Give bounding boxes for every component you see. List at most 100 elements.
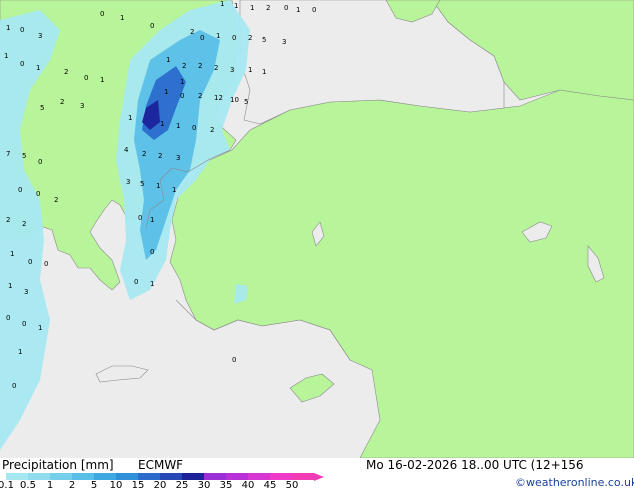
scale-swatch [138, 473, 160, 480]
scale-tick-label: 25 [175, 480, 189, 491]
precip-value-label: 0 [200, 34, 204, 42]
precip-value-label: 1 [262, 68, 266, 76]
precip-value-label: 5 [262, 36, 266, 44]
precip-value-label: 2 [198, 92, 202, 100]
precip-value-label: 1 [160, 120, 164, 128]
precip-value-label: 5 [40, 104, 44, 112]
scale-swatch [248, 473, 270, 480]
scale-swatch [226, 473, 248, 480]
precip-value-label: 1 [180, 78, 184, 86]
precip-value-label: 0 [138, 214, 142, 222]
forecast-datetime: Mo 16-02-2026 18..00 UTC (12+156 [366, 458, 584, 472]
precip-value-label: 1 [216, 32, 220, 40]
precip-value-label: 0 [36, 190, 40, 198]
precip-value-label: 1 [150, 216, 154, 224]
precip-value-label: 4 [124, 146, 129, 154]
scale-swatch [292, 473, 314, 480]
scale-tick-label: 0.5 [20, 480, 36, 491]
precip-value-label: 0 [134, 278, 138, 286]
precip-value-label: 0 [232, 34, 236, 42]
precip-value-label: 1 [166, 56, 170, 64]
scale-tick-label: 0.1 [0, 480, 14, 491]
precip-value-label: 2 [198, 62, 202, 70]
precip-value-label: 1 [220, 0, 224, 8]
model-name: ECMWF [138, 458, 184, 472]
precip-value-label: 2 [64, 68, 68, 76]
precip-value-label: 2 [158, 152, 162, 160]
footer-bar: Precipitation [mm] ECMWF Mo 16-02-2026 1… [0, 458, 634, 491]
scale-swatch [72, 473, 94, 480]
precip-value-label: 1 [100, 76, 104, 84]
precip-value-label: 0 [20, 26, 24, 34]
precip-value-label: 0 [84, 74, 88, 82]
scale-swatch [50, 473, 72, 480]
scale-tick-label: 30 [197, 480, 211, 491]
precip-value-label: 1 [10, 250, 14, 258]
precip-value-label: 2 [142, 150, 146, 158]
scale-tick-label: 10 [109, 480, 123, 491]
precip-value-label: 0 [28, 258, 32, 266]
precip-value-label: 10 [230, 96, 239, 104]
precip-value-label: 0 [18, 186, 22, 194]
precip-value-label: 1 [248, 66, 252, 74]
precip-value-label: 1 [150, 280, 154, 288]
precip-value-label: 1 [172, 186, 176, 194]
scale-swatch [270, 473, 292, 480]
scale-tick-label: 20 [153, 480, 167, 491]
scale-tick-label: 35 [219, 480, 233, 491]
precip-value-label: 1 [120, 14, 124, 22]
copyright-link[interactable]: ©weatheronline.co.uk [515, 476, 634, 489]
precip-value-label: 0 [150, 22, 154, 30]
scale-swatch [6, 473, 28, 480]
precip-value-label: 3 [176, 154, 180, 162]
precip-value-label: 3 [282, 38, 286, 46]
scale-swatch [28, 473, 50, 480]
precip-value-label: 1 [8, 282, 12, 290]
precip-value-label: 2 [6, 216, 10, 224]
legend-title: Precipitation [mm] [2, 458, 114, 472]
precip-value-label: 0 [312, 6, 316, 14]
precip-value-label: 2 [22, 220, 26, 228]
precip-value-label: 0 [192, 124, 196, 132]
scale-tick-label: 40 [241, 480, 255, 491]
scale-swatch [204, 473, 226, 480]
precip-value-label: 0 [12, 382, 16, 390]
scale-tick-label: 50 [285, 480, 299, 491]
precip-value-label: 12 [214, 94, 223, 102]
precip-value-label: 1 [6, 24, 10, 32]
precipitation-map: 0 10310 1 20 1021 1 1 2 0 1 00 1 0 2 5 312 2 2 3 1 111 0 2 12 10… [0, 0, 634, 458]
scale-swatch [160, 473, 182, 480]
precip-value-label: 5 [244, 98, 248, 106]
precip-value-label: 0 [38, 158, 42, 166]
precip-value-label: 1 [38, 324, 42, 332]
precip-value-label: 0 [284, 4, 288, 12]
precip-value-label: 0 [44, 260, 48, 268]
precip-value-label: 0 [6, 314, 10, 322]
scale-arrow [314, 473, 324, 481]
precip-value-label: 1 [4, 52, 8, 60]
precip-value-label: 2 [214, 64, 218, 72]
precip-value-label: 2 [248, 34, 252, 42]
scale-swatch [116, 473, 138, 480]
scale-swatch [182, 473, 204, 480]
precip-value-label: 2 [210, 126, 214, 134]
precip-value-label: 7 [6, 150, 10, 158]
precip-value-label: 0 [100, 10, 104, 18]
precip-value-label: 3 [126, 178, 130, 186]
scale-swatch [94, 473, 116, 480]
precip-value-label: 1 [164, 88, 168, 96]
precip-value-label: 5 [22, 152, 26, 160]
scale-tick-label: 1 [46, 480, 54, 491]
precip-value-label: 0 [150, 248, 154, 256]
scale-tick-label: 5 [90, 480, 98, 491]
precip-value-label: 1 [176, 122, 180, 130]
precip-value-label: 0 [22, 320, 26, 328]
precip-value-label: 1 [36, 64, 40, 72]
precip-value-label: 3 [38, 32, 42, 40]
precip-value-label: 1 [156, 182, 160, 190]
precip-value-label: 2 [60, 98, 64, 106]
precip-value-label: 2 [54, 196, 58, 204]
precip-value-label: 0 [20, 60, 24, 68]
precip-value-label: 0 [232, 356, 236, 364]
precip-value-label: 2 [190, 28, 194, 36]
